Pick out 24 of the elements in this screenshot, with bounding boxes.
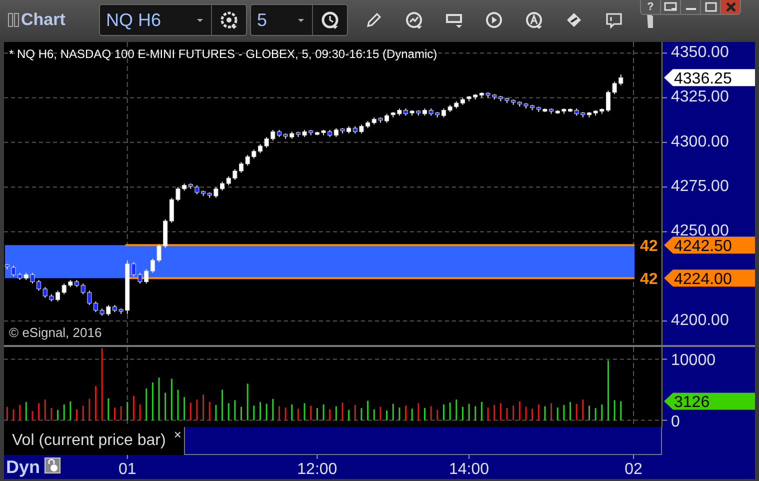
level-label: 42 bbox=[640, 271, 658, 288]
time-label: 12:00 bbox=[297, 461, 338, 478]
close-button[interactable]: × bbox=[174, 427, 182, 442]
volume-tag: 3126 bbox=[664, 392, 755, 412]
axis-label: 0 bbox=[671, 413, 680, 427]
time-label: 02 bbox=[624, 461, 642, 478]
price-tag: 4224.00 bbox=[664, 270, 755, 288]
copyright-text: © eSignal, 2016 bbox=[9, 325, 102, 340]
level-label: 42 bbox=[640, 238, 658, 256]
indicator-legend: Vol (current price bar) bbox=[12, 432, 166, 450]
chart-title: * NQ H6, NASDAQ 100 E-MINI FUTURES - GLOBEX, 5, 09:30-16:15 (Dynamic) bbox=[9, 47, 438, 61]
axis-label: 4325.00 bbox=[671, 88, 729, 106]
dynamic-mode-label: Dyn bbox=[6, 457, 40, 477]
axis-label: 4200.00 bbox=[671, 312, 729, 330]
axis-label: 10000 bbox=[671, 352, 716, 370]
window-title: Chart bbox=[21, 10, 66, 30]
axis-label: 4350.00 bbox=[671, 44, 729, 62]
time-label: 01 bbox=[118, 461, 136, 478]
time-label: 14:00 bbox=[449, 461, 490, 478]
price-tag: 4242.50 bbox=[664, 236, 755, 256]
help-button[interactable]: ? bbox=[641, 0, 661, 14]
last-price-tag: 4336.25 bbox=[664, 69, 755, 88]
axis-label: 4275.00 bbox=[671, 178, 729, 196]
axis-label: 4300.00 bbox=[671, 133, 729, 150]
